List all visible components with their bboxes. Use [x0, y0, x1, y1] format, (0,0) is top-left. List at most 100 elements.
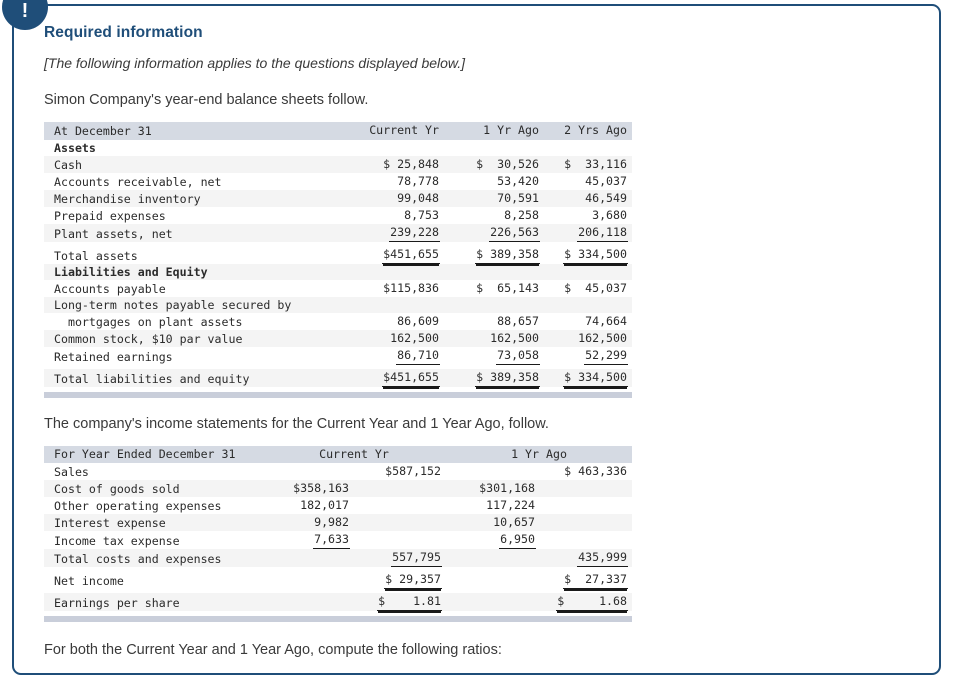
row-value: $587,152 [354, 463, 446, 480]
row-value [262, 593, 354, 611]
row-value: 117,224 [446, 497, 540, 514]
column-header: 2 Yrs Ago [544, 122, 632, 140]
row-value: 78,778 [340, 173, 444, 190]
row-label: Assets [44, 140, 340, 156]
row-value: $ 334,500 [544, 369, 632, 387]
table-row: Long-term notes payable secured by [44, 297, 632, 313]
row-value: 74,664 [544, 313, 632, 330]
row-value: 8,753 [340, 207, 444, 224]
page-title: Required information [44, 24, 203, 41]
row-value: 7,633 [262, 531, 354, 549]
row-value: $ 463,336 [540, 463, 632, 480]
row-value: $115,836 [340, 280, 444, 297]
row-value [446, 571, 540, 589]
alert-exclamation-icon: ! [2, 0, 48, 30]
row-value: 10,657 [446, 514, 540, 531]
table-row: Plant assets, net 239,228 226,563 206,118 [44, 224, 632, 242]
table-row: Cost of goods sold $358,163 $301,168 [44, 480, 632, 497]
row-value [262, 463, 354, 480]
balance-sheet-footer-bar [44, 392, 632, 398]
table-row: Accounts payable $115,836 $ 65,143 $ 45,037 [44, 280, 632, 297]
row-label: mortgages on plant assets [44, 313, 340, 330]
row-label: Sales [44, 463, 262, 480]
table-row: Assets [44, 140, 632, 156]
table-row: Net income $ 29,357 $ 27,337 [44, 571, 632, 589]
table-row: mortgages on plant assets 86,609 88,657 74,… [44, 313, 632, 330]
row-value [544, 140, 632, 156]
column-header: 1 Yr Ago [446, 446, 632, 463]
table-row: Interest expense 9,982 10,657 [44, 514, 632, 531]
row-label: Total costs and expenses [44, 549, 262, 567]
row-value: $ 27,337 [540, 571, 632, 589]
row-value [446, 549, 540, 567]
row-value [340, 264, 444, 280]
row-value [354, 480, 446, 497]
row-value: 73,058 [444, 347, 544, 365]
row-value [354, 514, 446, 531]
row-value: 46,549 [544, 190, 632, 207]
row-value: $301,168 [446, 480, 540, 497]
row-value: $358,163 [262, 480, 354, 497]
row-value: $ 29,357 [354, 571, 446, 589]
row-value [540, 480, 632, 497]
table-row: Total liabilities and equity $451,655 $ 38… [44, 369, 632, 387]
income-statement-table: For Year Ended December 31 Current Yr 1 Yr… [44, 446, 632, 611]
table-row: Common stock, $10 par value 162,500 162,50… [44, 330, 632, 347]
row-value: $ 33,116 [544, 156, 632, 173]
table-row: Liabilities and Equity [44, 264, 632, 280]
row-value [446, 593, 540, 611]
row-label: Income tax expense [44, 531, 262, 549]
table-row: Sales $587,152 $ 463,336 [44, 463, 632, 480]
row-value [544, 264, 632, 280]
table-row: Cash $ 25,848 $ 30,526 $ 33,116 [44, 156, 632, 173]
row-value [540, 531, 632, 549]
table-row: Total costs and expenses 557,795 435,999 [44, 549, 632, 567]
table-row: Retained earnings 86,710 73,058 52,299 [44, 347, 632, 365]
row-label: Total liabilities and equity [44, 369, 340, 387]
row-value: 226,563 [444, 224, 544, 242]
row-label: Cash [44, 156, 340, 173]
column-header: Current Yr [262, 446, 446, 463]
row-value [340, 297, 444, 313]
applies-note: [The following information applies to th… [44, 55, 466, 71]
row-value: 45,037 [544, 173, 632, 190]
row-value: 162,500 [340, 330, 444, 347]
table-row: Earnings per share $ 1.81 $ 1.68 [44, 593, 632, 611]
row-value: $451,655 [340, 369, 444, 387]
row-value: 435,999 [540, 549, 632, 567]
row-value: 86,710 [340, 347, 444, 365]
row-value: 99,048 [340, 190, 444, 207]
row-value: $ 25,848 [340, 156, 444, 173]
row-label: Retained earnings [44, 347, 340, 365]
row-value: 52,299 [544, 347, 632, 365]
ratios-prompt: For both the Current Year and 1 Year Ago… [44, 642, 502, 658]
table-row: Other operating expenses 182,017 117,224 [44, 497, 632, 514]
row-value: 53,420 [444, 173, 544, 190]
row-value: 86,609 [340, 313, 444, 330]
row-value: $ 30,526 [444, 156, 544, 173]
row-value [354, 531, 446, 549]
row-label: Total assets [44, 246, 340, 264]
alert-exclamation-glyph: ! [21, 0, 29, 22]
row-value [444, 297, 544, 313]
row-label: Liabilities and Equity [44, 264, 340, 280]
row-value [544, 297, 632, 313]
required-information-card: ! Required information [The following in… [2, 0, 941, 675]
row-value: $ 65,143 [444, 280, 544, 297]
row-value: $ 45,037 [544, 280, 632, 297]
row-value [446, 463, 540, 480]
row-label: Cost of goods sold [44, 480, 262, 497]
row-label: Common stock, $10 par value [44, 330, 340, 347]
table-row: Prepaid expenses 8,753 8,258 3,680 [44, 207, 632, 224]
column-header: For Year Ended December 31 [44, 446, 262, 463]
column-header: 1 Yr Ago [444, 122, 544, 140]
row-value: 182,017 [262, 497, 354, 514]
row-label: Accounts payable [44, 280, 340, 297]
table-row: Accounts receivable, net 78,778 53,420 45,0… [44, 173, 632, 190]
row-label: Long-term notes payable secured by [44, 297, 340, 313]
row-label: Accounts receivable, net [44, 173, 340, 190]
income-statement-wrap: For Year Ended December 31 Current Yr 1 Yr… [44, 446, 632, 622]
row-value: $ 389,358 [444, 246, 544, 264]
table-row: Income tax expense 7,633 6,950 [44, 531, 632, 549]
row-value [540, 514, 632, 531]
